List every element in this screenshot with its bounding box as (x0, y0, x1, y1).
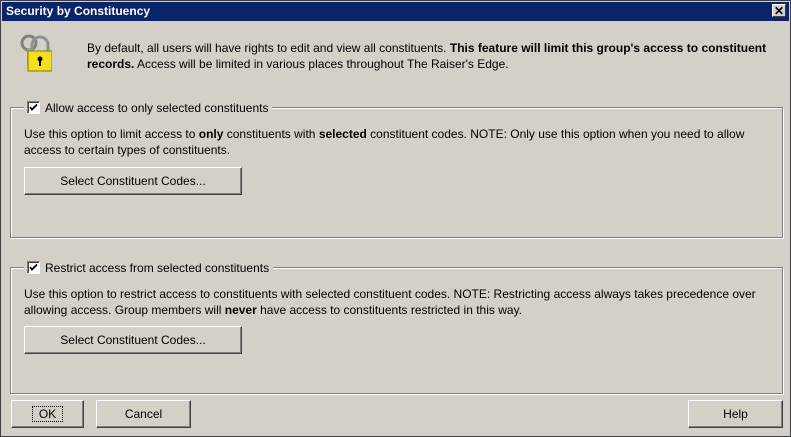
checkmark-icon (29, 263, 38, 271)
description-text-part: constituents with (223, 127, 319, 141)
select-restrict-codes-button[interactable]: Select Constituent Codes... (24, 326, 242, 354)
ok-label: OK (31, 406, 64, 422)
description-text-part: Use this option to limit access to (24, 127, 199, 141)
help-button[interactable]: Help (688, 400, 783, 428)
intro-text: By default, all users will have rights t… (87, 40, 777, 72)
restrict-access-group: Restrict access from selected constituen… (10, 259, 783, 394)
select-allow-codes-button[interactable]: Select Constituent Codes... (24, 167, 242, 195)
dialog-title: Security by Constituency (6, 4, 151, 18)
restrict-access-description: Use this option to restrict access to co… (24, 286, 774, 318)
intro-text-part: Access will be limited in various places… (134, 57, 509, 71)
description-bold-text: only (198, 127, 224, 141)
restrict-access-label[interactable]: Restrict access from selected constituen… (45, 261, 269, 275)
intro-text-part: By default, all users will have rights t… (87, 41, 450, 55)
allow-access-label[interactable]: Allow access to only selected constituen… (45, 101, 268, 115)
restrict-access-checkbox[interactable] (27, 261, 40, 274)
security-dialog: Security by Constituency ✕ By default, a… (0, 0, 791, 437)
description-bold-text: never (224, 303, 257, 317)
close-icon: ✕ (773, 4, 785, 18)
allow-access-description: Use this option to limit access to only … (24, 126, 774, 158)
close-button[interactable]: ✕ (772, 4, 786, 17)
allow-access-legend: Allow access to only selected constituen… (24, 99, 273, 116)
restrict-access-legend: Restrict access from selected constituen… (24, 259, 274, 276)
ok-button[interactable]: OK (11, 400, 84, 428)
allow-access-checkbox[interactable] (27, 101, 40, 114)
padlock-keys-icon (20, 34, 52, 72)
checkmark-icon (29, 103, 38, 111)
description-bold-text: selected (318, 127, 367, 141)
description-text-part: have access to constituents restricted i… (256, 303, 523, 317)
allow-access-group: Allow access to only selected constituen… (10, 99, 783, 238)
title-bar: Security by Constituency ✕ (2, 2, 789, 21)
cancel-button[interactable]: Cancel (96, 400, 191, 428)
